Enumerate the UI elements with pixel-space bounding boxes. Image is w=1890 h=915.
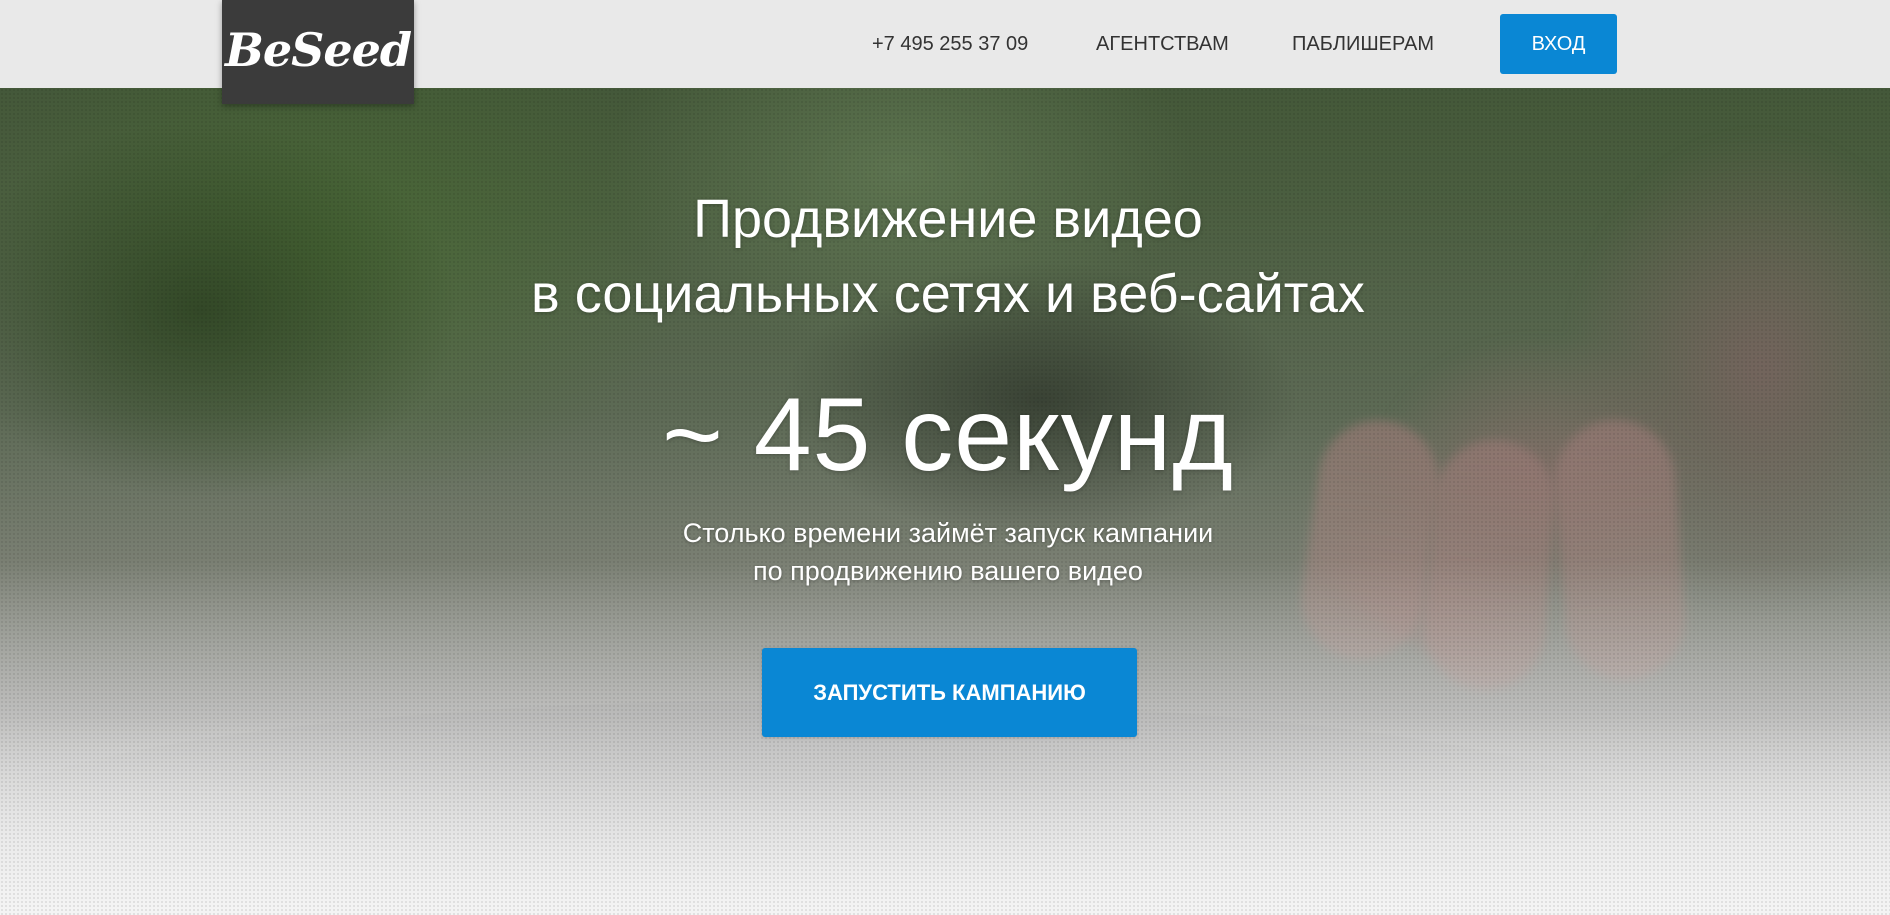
- hero-subtext: Столько времени займёт запуск кампании п…: [0, 514, 1890, 590]
- login-button[interactable]: ВХОД: [1500, 14, 1617, 74]
- nav-publishers-link[interactable]: ПАБЛИШЕРАМ: [1292, 0, 1434, 88]
- headline-line-1: Продвижение видео: [693, 189, 1203, 249]
- hero-content: Продвижение видео в социальных сетях и в…: [0, 0, 1890, 915]
- hero-headline: Продвижение видео в социальных сетях и в…: [0, 182, 1890, 332]
- logo-text: BeSeed: [224, 23, 412, 77]
- logo[interactable]: BeSeed: [222, 0, 414, 104]
- subtext-line-2: по продвижению вашего видео: [753, 556, 1143, 586]
- headline-line-2: в социальных сетях и веб-сайтах: [531, 264, 1365, 324]
- nav-agencies-link[interactable]: АГЕНТСТВАМ: [1096, 0, 1229, 88]
- launch-time-text: ~ 45 секунд: [662, 377, 1234, 493]
- subtext-line-1: Столько времени займёт запуск кампании: [682, 518, 1214, 548]
- launch-campaign-button[interactable]: ЗАПУСТИТЬ КАМПАНИЮ: [762, 648, 1137, 737]
- landing-page: +7 495 255 37 09 АГЕНТСТВАМ ПАБЛИШЕРАМ В…: [0, 0, 1890, 915]
- phone-link[interactable]: +7 495 255 37 09: [872, 0, 1028, 88]
